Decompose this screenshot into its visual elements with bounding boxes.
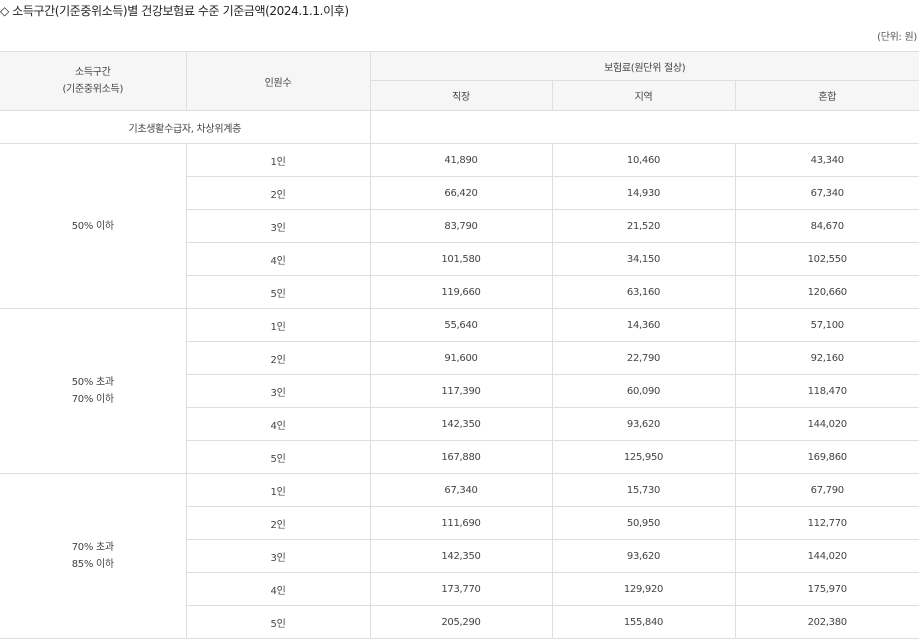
basic-livelihood-row: 기초생활수급자, 차상위계층 bbox=[0, 110, 919, 144]
employee-premium-cell: 41,890 bbox=[369, 143, 553, 177]
employee-premium-cell: 117,390 bbox=[369, 374, 553, 408]
employee-premium-cell: 55,640 bbox=[369, 308, 553, 342]
mixed-premium-cell: 67,340 bbox=[734, 176, 919, 210]
mixed-premium-cell: 175,970 bbox=[734, 572, 919, 606]
table-body: 기초생활수급자, 차상위계층 50% 이하 1인 41,890 10,460 43,34… bbox=[0, 110, 919, 639]
income-band-cell: 50% 이하 bbox=[0, 143, 187, 309]
regional-premium-cell: 63,160 bbox=[551, 275, 736, 309]
header-regional: 지역 bbox=[551, 80, 736, 111]
household-size-cell: 4인 bbox=[186, 572, 371, 606]
regional-premium-cell: 125,950 bbox=[551, 440, 736, 474]
mixed-premium-cell: 92,160 bbox=[734, 341, 919, 375]
household-size-cell: 5인 bbox=[186, 605, 371, 639]
regional-premium-cell: 93,620 bbox=[551, 539, 736, 573]
table-row: 70% 초과 85% 이하 1인 67,340 15,730 67,790 bbox=[0, 473, 919, 639]
basic-livelihood-empty-cell bbox=[369, 110, 919, 144]
basic-livelihood-label: 기초생활수급자, 차상위계층 bbox=[0, 110, 371, 144]
regional-premium-cell: 15,730 bbox=[551, 473, 736, 507]
regional-premium-cell: 14,360 bbox=[551, 308, 736, 342]
header-mixed: 혼합 bbox=[734, 80, 919, 111]
premium-table: 소득구간 (기준중위소득) 인원수 보험료(원단위 절상) 직장 지역 혼합 기… bbox=[0, 51, 919, 639]
income-band-line1: 70% 초과 bbox=[71, 542, 114, 553]
household-size-cell: 3인 bbox=[186, 374, 371, 408]
mixed-premium-cell: 120,660 bbox=[734, 275, 919, 309]
income-band-cell: 50% 초과 70% 이하 bbox=[0, 308, 187, 474]
header-income-band-line1: 소득구간 bbox=[74, 67, 111, 78]
mixed-premium-cell: 144,020 bbox=[734, 539, 919, 573]
mixed-premium-cell: 202,380 bbox=[734, 605, 919, 639]
income-band-line2: 85% 이하 bbox=[71, 559, 114, 570]
table-row: 50% 이하 1인 41,890 10,460 43,340 bbox=[0, 143, 919, 309]
header-income-band: 소득구간 (기준중위소득) bbox=[0, 51, 187, 111]
table-row: 50% 초과 70% 이하 1인 55,640 14,360 57,100 bbox=[0, 308, 919, 474]
employee-premium-cell: 142,350 bbox=[369, 539, 553, 573]
household-size-cell: 5인 bbox=[186, 440, 371, 474]
regional-premium-cell: 50,950 bbox=[551, 506, 736, 540]
mixed-premium-cell: 118,470 bbox=[734, 374, 919, 408]
employee-premium-cell: 66,420 bbox=[369, 176, 553, 210]
household-size-cell: 2인 bbox=[186, 506, 371, 540]
mixed-premium-cell: 102,550 bbox=[734, 242, 919, 276]
household-size-cell: 1인 bbox=[185, 308, 371, 342]
employee-premium-cell: 83,790 bbox=[369, 209, 553, 243]
regional-premium-cell: 155,840 bbox=[551, 605, 736, 639]
header-household-size: 인원수 bbox=[185, 51, 371, 111]
header-income-band-line2: (기준중위소득) bbox=[62, 84, 124, 95]
regional-premium-cell: 129,920 bbox=[551, 572, 736, 606]
header-premium: 보험료(원단위 절상) bbox=[369, 51, 919, 81]
employee-premium-cell: 101,580 bbox=[369, 242, 553, 276]
regional-premium-cell: 21,520 bbox=[551, 209, 736, 243]
mixed-premium-cell: 112,770 bbox=[734, 506, 919, 540]
household-size-cell: 1인 bbox=[185, 473, 371, 507]
mixed-premium-cell: 67,790 bbox=[734, 473, 919, 507]
table-header: 소득구간 (기준중위소득) 인원수 보험료(원단위 절상) 직장 지역 혼합 bbox=[0, 51, 919, 111]
employee-premium-cell: 91,600 bbox=[369, 341, 553, 375]
mixed-premium-cell: 84,670 bbox=[734, 209, 919, 243]
mixed-premium-cell: 43,340 bbox=[734, 143, 919, 177]
income-band-line1: 50% 초과 bbox=[71, 377, 114, 388]
household-size-cell: 2인 bbox=[186, 341, 371, 375]
employee-premium-cell: 167,880 bbox=[369, 440, 553, 474]
employee-premium-cell: 142,350 bbox=[369, 407, 553, 441]
household-size-cell: 4인 bbox=[186, 242, 371, 276]
income-band-line2: 70% 이하 bbox=[71, 394, 114, 405]
household-size-cell: 4인 bbox=[186, 407, 371, 441]
household-size-cell: 3인 bbox=[186, 209, 371, 243]
regional-premium-cell: 22,790 bbox=[551, 341, 736, 375]
mixed-premium-cell: 144,020 bbox=[734, 407, 919, 441]
regional-premium-cell: 10,460 bbox=[551, 143, 736, 177]
income-band-cell: 70% 초과 85% 이하 bbox=[0, 473, 187, 639]
regional-premium-cell: 34,150 bbox=[551, 242, 736, 276]
household-size-cell: 3인 bbox=[186, 539, 371, 573]
employee-premium-cell: 173,770 bbox=[369, 572, 553, 606]
regional-premium-cell: 14,930 bbox=[551, 176, 736, 210]
household-size-cell: 2인 bbox=[186, 176, 371, 210]
employee-premium-cell: 205,290 bbox=[369, 605, 553, 639]
section-title: ◇ 소득구간(기준중위소득)별 건강보험료 수준 기준금액(2024.1.1.이… bbox=[0, 4, 349, 18]
household-size-cell: 5인 bbox=[186, 275, 371, 309]
household-size-cell: 1인 bbox=[185, 143, 371, 177]
header-employee: 직장 bbox=[370, 80, 553, 111]
regional-premium-cell: 60,090 bbox=[551, 374, 736, 408]
income-band-line1: 50% 이하 bbox=[71, 220, 114, 232]
employee-premium-cell: 119,660 bbox=[369, 275, 553, 309]
mixed-premium-cell: 57,100 bbox=[734, 308, 919, 342]
employee-premium-cell: 67,340 bbox=[369, 473, 553, 507]
mixed-premium-cell: 169,860 bbox=[734, 440, 919, 474]
regional-premium-cell: 93,620 bbox=[551, 407, 736, 441]
unit-note: (단위: 원) bbox=[877, 32, 917, 43]
employee-premium-cell: 111,690 bbox=[369, 506, 553, 540]
